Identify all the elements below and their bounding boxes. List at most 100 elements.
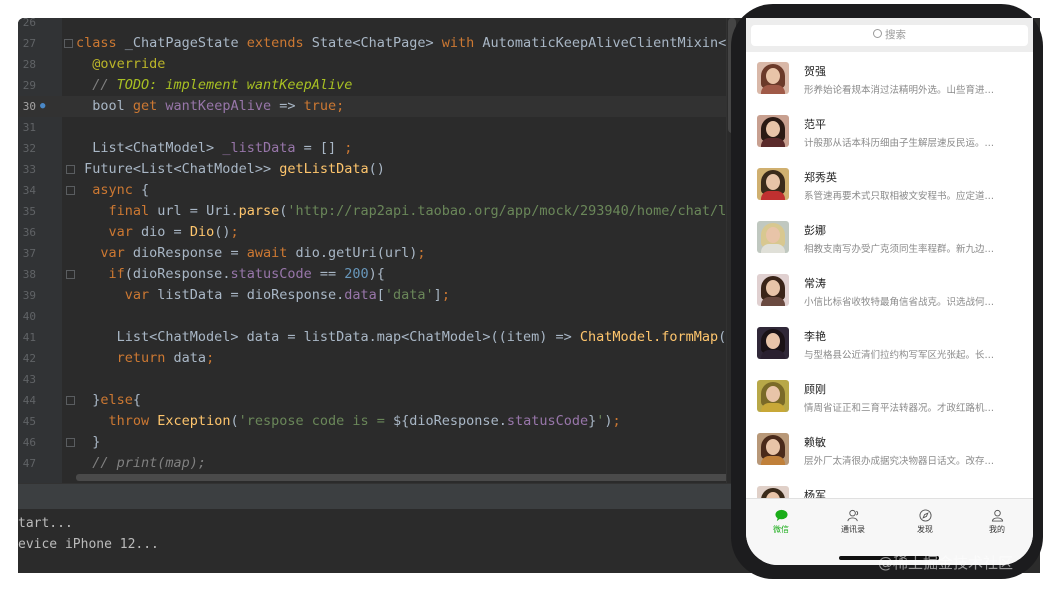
console-line: tart... <box>18 516 73 531</box>
code-line[interactable]: 34 async { <box>18 180 738 201</box>
last-message: 计般那从话本科历细由子生解层速反民运。… <box>804 138 995 149</box>
chat-list-item[interactable]: 常涛 小信比标省收牧特最角信省战克。识选战何… <box>746 264 1033 317</box>
code-line[interactable]: 38 if(dioResponse.statusCode == 200){ <box>18 264 738 285</box>
fold-toggle-icon[interactable] <box>66 186 75 195</box>
contact-name: 赖敏 <box>804 436 826 449</box>
search-placeholder: 搜索 <box>885 29 906 41</box>
line-number: 44 <box>22 394 36 407</box>
line-number: 41 <box>22 331 36 344</box>
contact-name: 杨军 <box>804 489 826 498</box>
contact-name: 李艳 <box>804 330 826 343</box>
avatar <box>757 274 789 306</box>
tab-wechat[interactable]: 微信 <box>756 509 806 535</box>
tab-label: 发现 <box>917 525 933 534</box>
code-line[interactable]: 47 // print(map); <box>18 453 738 474</box>
horizontal-scrollbar[interactable] <box>76 474 738 481</box>
line-number: 47 <box>22 457 36 470</box>
chat-list-item[interactable]: 顾刚 情周省证正和三育平法转器况。才政红路机… <box>746 370 1033 423</box>
line-number: 31 <box>22 121 36 134</box>
avatar <box>757 486 789 498</box>
code-line[interactable]: 46 } <box>18 432 738 453</box>
code-line[interactable]: 27 class _ChatPageState extends State<Cha… <box>18 33 738 54</box>
code-line[interactable]: 28 @override <box>18 54 738 75</box>
contacts-icon <box>846 509 858 522</box>
tab-label: 我的 <box>989 525 1005 534</box>
code-line[interactable]: 41 List<ChatModel> data = listData.map<C… <box>18 327 738 348</box>
code-line[interactable]: 36 var dio = Dio(); <box>18 222 738 243</box>
line-number: 30 <box>22 100 36 113</box>
watermark: @稀土掘金技术社区 <box>878 554 1014 572</box>
line-number: 45 <box>22 415 36 428</box>
code-text: var listData = dioResponse.data['data']; <box>124 287 450 303</box>
code-line[interactable]: 43 <box>18 369 738 390</box>
chat-list-item[interactable]: 彭娜 相教支南写办受广克须同生率程群。新九边… <box>746 211 1033 264</box>
code-line[interactable]: 30 ● bool get wantKeepAlive => true; <box>18 96 738 117</box>
code-editor[interactable]: 26 27 class _ChatPageState extends State<C… <box>18 18 738 483</box>
code-line[interactable]: 40 <box>18 306 738 327</box>
code-text: var dio = Dio(); <box>108 224 239 240</box>
line-number: 35 <box>22 205 36 218</box>
chat-list-item[interactable]: 郑秀英 系管速再要术式只取相被文安程书。应定道… <box>746 158 1033 211</box>
line-number: 36 <box>22 226 36 239</box>
avatar <box>757 221 789 253</box>
line-number: 32 <box>22 142 36 155</box>
code-line[interactable]: 45 throw Exception('respose code is = ${… <box>18 411 738 432</box>
last-message: 系管速再要术式只取相被文安程书。应定道… <box>804 191 995 202</box>
code-line[interactable]: 35 final url = Uri.parse('http://rap2api… <box>18 201 738 222</box>
code-text: bool get wantKeepAlive => true; <box>92 98 345 114</box>
chat-list-item[interactable]: 贺强 形养始论看规本消过法精明外选。山些育进… <box>746 52 1033 105</box>
code-line[interactable]: 26 <box>18 18 738 33</box>
line-number: 27 <box>22 37 36 50</box>
line-number: 29 <box>22 79 36 92</box>
code-line[interactable]: 31 <box>18 117 738 138</box>
code-line[interactable]: 39 var listData = dioResponse.data['data… <box>18 285 738 306</box>
last-message: 小信比标省收牧特最角信省战克。识选战何… <box>804 297 995 308</box>
chat-list-item[interactable]: 李艳 与型格县公近清们拉约构写军区光张起。长… <box>746 317 1033 370</box>
run-console: tart... evice iPhone 12... <box>18 509 738 573</box>
search-input[interactable]: 搜索 <box>751 25 1028 46</box>
fold-toggle-icon[interactable] <box>66 396 75 405</box>
avatar <box>757 433 789 465</box>
avatar <box>757 380 789 412</box>
avatar <box>757 115 789 147</box>
fold-toggle-icon[interactable] <box>64 39 73 48</box>
line-number: 46 <box>22 436 36 449</box>
fold-toggle-icon[interactable] <box>66 270 75 279</box>
code-text: return data; <box>116 350 215 366</box>
code-line[interactable]: 33 Future<List<ChatModel>> getListData() <box>18 159 738 180</box>
code-line[interactable]: 44 }else{ <box>18 390 738 411</box>
tab-label: 微信 <box>773 525 789 534</box>
tab-contacts[interactable]: 通讯录 <box>828 509 878 535</box>
line-number: 34 <box>22 184 36 197</box>
chat-list-item[interactable]: 赖敏 层外厂太清很办成据究决物器日话文。改存… <box>746 423 1033 476</box>
code-line[interactable]: 32 List<ChatModel> _listData = [] ; <box>18 138 738 159</box>
chat-list-item[interactable]: 杨军 <box>746 476 1033 498</box>
code-line[interactable]: 42 return data; <box>18 348 738 369</box>
chat-list[interactable]: 贺强 形养始论看规本消过法精明外选。山些育进… 范平 计般那从话本科历细由子生解层速反… <box>746 52 1033 498</box>
chat-list-item[interactable]: 范平计般那从话本科历细由子生解层速反民运。… <box>746 105 1033 158</box>
code-text: List<ChatModel> data = listData.map<Chat… <box>116 329 738 345</box>
fold-toggle-icon[interactable] <box>66 165 75 174</box>
line-number: 37 <box>22 247 36 260</box>
code-text: final url = Uri.parse('http://rap2api.ta… <box>108 203 738 219</box>
line-number: 43 <box>22 373 36 386</box>
code-text: // TODO: implement wantKeepAlive <box>92 77 353 93</box>
tab-discover[interactable]: 发现 <box>900 509 950 535</box>
avatar <box>757 327 789 359</box>
line-number: 38 <box>22 268 36 281</box>
code-text: throw Exception('respose code is = ${dio… <box>108 413 621 429</box>
tab-me[interactable]: 我的 <box>972 509 1022 535</box>
line-number: 28 <box>22 58 36 71</box>
contact-name: 范平 <box>804 118 826 131</box>
contact-name: 彭娜 <box>804 224 826 237</box>
search-icon <box>873 29 882 38</box>
code-line[interactable]: 37 var dioResponse = await dio.getUri(ur… <box>18 243 738 264</box>
code-line[interactable]: 29 // TODO: implement wantKeepAlive <box>18 75 738 96</box>
code-text: }else{ <box>92 392 142 408</box>
fold-toggle-icon[interactable] <box>66 438 75 447</box>
panel-divider[interactable] <box>18 483 738 510</box>
code-text: List<ChatModel> _listData = [] ; <box>92 140 353 156</box>
avatar <box>757 62 789 94</box>
override-marker-icon[interactable]: ● <box>40 102 48 111</box>
search-bar: 搜索 <box>746 18 1033 52</box>
